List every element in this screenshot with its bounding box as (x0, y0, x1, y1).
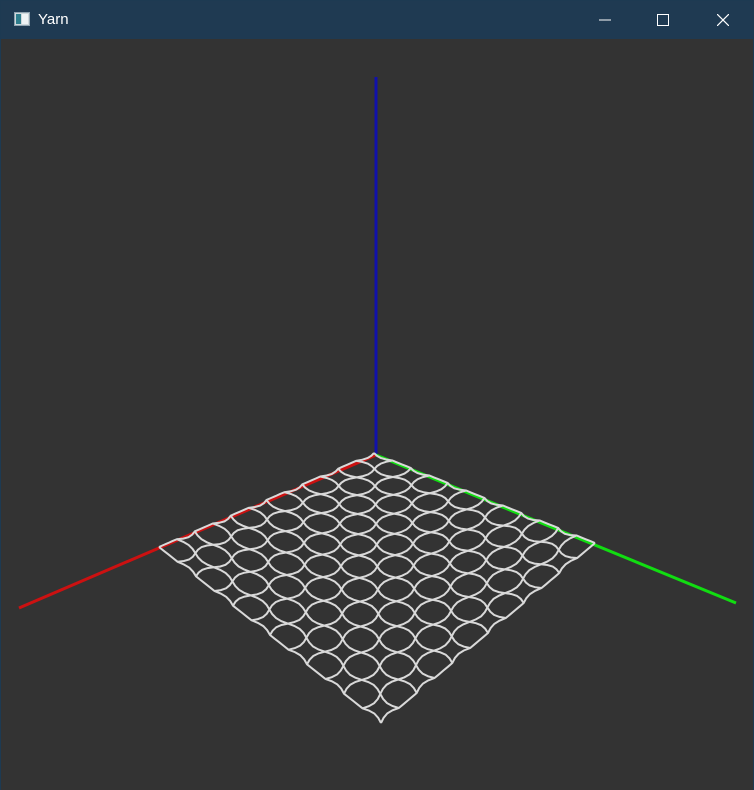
app-window: Yarn (0, 0, 754, 790)
minimize-icon (599, 19, 611, 21)
yarn-column-thread (177, 459, 393, 563)
maximize-icon (657, 14, 669, 26)
yarn-column-thread (380, 542, 596, 724)
yarn-column-thread (362, 534, 578, 710)
minimize-button[interactable] (576, 1, 634, 39)
close-button[interactable] (694, 1, 752, 39)
yarn-column-thread (325, 519, 541, 680)
title-bar[interactable]: Yarn (1, 1, 753, 39)
scene-canvas[interactable] (1, 39, 753, 790)
maximize-button[interactable] (634, 1, 692, 39)
app-icon (14, 12, 30, 26)
y-axis-line (375, 453, 737, 605)
yarn-mesh (158, 452, 596, 724)
window-title: Yarn (38, 11, 69, 28)
close-icon (717, 14, 729, 26)
render-viewport[interactable] (1, 39, 753, 790)
